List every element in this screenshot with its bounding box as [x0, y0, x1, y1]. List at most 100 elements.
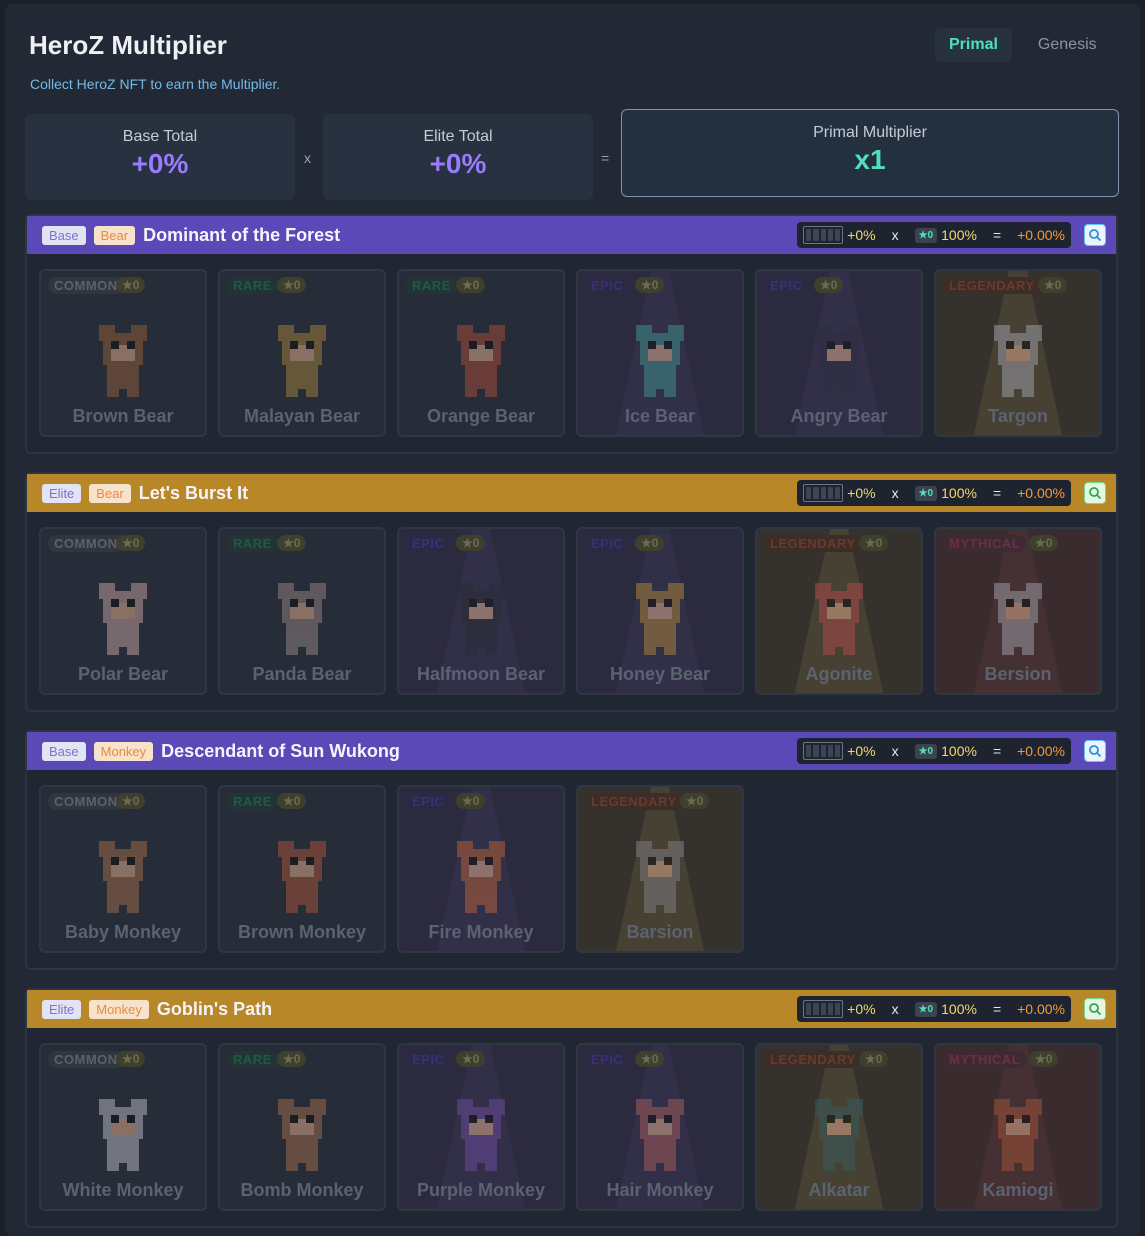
hero-name: Ice Bear [624, 406, 696, 426]
hero-sprite-image [628, 1095, 692, 1175]
formula-equals: = [992, 485, 1002, 501]
hero-card[interactable]: EPIC ★0 Honey Bear [576, 527, 744, 695]
hero-card[interactable]: RARE ★0 Panda Bear [218, 527, 386, 695]
hero-sprite-image [986, 579, 1050, 659]
formula-result: +0.00% [1017, 485, 1065, 501]
base-total-label: Base Total [122, 128, 198, 145]
rarity-badge: RARE [227, 1051, 278, 1068]
rarity-badge: EPIC [406, 1051, 451, 1068]
section-title: Descendant of Sun Wukong [161, 740, 400, 761]
elite-total-value: +0% [429, 148, 487, 179]
rarity-badge: EPIC [406, 535, 451, 552]
hero-name: Brown Monkey [237, 922, 366, 942]
formula-times: x [891, 743, 899, 759]
search-icon [1089, 229, 1102, 242]
star-count-badge: ★0 [635, 1051, 665, 1067]
hero-card[interactable]: RARE ★0 Bomb Monkey [218, 1043, 386, 1211]
hero-name: Purple Monkey [416, 1180, 546, 1200]
hero-card[interactable]: EPIC ★0 Hair Monkey [576, 1043, 744, 1211]
rarity-badge: RARE [406, 277, 457, 294]
hero-card[interactable]: MYTHICAL ★0 Kamiogi [934, 1043, 1102, 1211]
hero-sprite-image [91, 579, 155, 659]
hero-name: Polar Bear [77, 664, 169, 684]
rarity-badge: COMMON [48, 277, 124, 294]
search-button[interactable] [1084, 998, 1106, 1020]
section-title: Dominant of the Forest [143, 224, 341, 245]
section-header: Base Bear Dominant of the Forest +0% x ★… [27, 216, 1116, 254]
hero-card[interactable]: RARE ★0 Brown Monkey [218, 785, 386, 953]
hero-sprite-image [91, 837, 155, 917]
hero-card-list: COMMON ★0 Baby Monkey RARE ★0 Brown Monk… [39, 785, 744, 953]
formula-percent: +0% [847, 485, 876, 501]
formula-rate: 100% [941, 1001, 977, 1017]
rarity-badge: RARE [227, 277, 278, 294]
hero-name: Brown Bear [72, 406, 174, 426]
star-count-badge: ★0 [456, 535, 486, 551]
hero-card[interactable]: LEGENDARY ★0 Agonite [755, 527, 923, 695]
star-count-badge: ★0 [116, 277, 146, 293]
base-total-card: Base Total +0% [25, 114, 295, 200]
hero-card-list: COMMON ★0 Brown Bear RARE ★0 Malayan Bea… [39, 269, 1102, 437]
hero-sprite-image [91, 1095, 155, 1175]
star-count-badge: ★0 [116, 535, 146, 551]
hero-card[interactable]: LEGENDARY ★0 Barsion [576, 785, 744, 953]
hero-sprite-image [270, 321, 334, 401]
hero-sprite-image [449, 321, 513, 401]
hero-card[interactable]: MYTHICAL ★0 Bersion [934, 527, 1102, 695]
tab-genesis[interactable]: Genesis [1024, 28, 1111, 62]
section-title: Goblin's Path [156, 998, 273, 1019]
hero-name: Bomb Monkey [240, 1180, 364, 1200]
family-tag: Monkey [93, 741, 154, 761]
formula-equals: = [992, 227, 1002, 243]
search-button[interactable] [1084, 482, 1106, 504]
hero-card[interactable]: EPIC ★0 Ice Bear [576, 269, 744, 437]
hero-name: Targon [988, 406, 1048, 426]
hero-card[interactable]: COMMON ★0 Polar Bear [39, 527, 207, 695]
star-count-badge: ★0 [635, 277, 665, 293]
hero-card[interactable]: EPIC ★0 Purple Monkey [397, 1043, 565, 1211]
family-tag: Bear [93, 225, 136, 245]
rarity-badge: EPIC [585, 1051, 630, 1068]
hero-card[interactable]: LEGENDARY ★0 Alkatar [755, 1043, 923, 1211]
star-count-badge: ★0 [456, 793, 486, 809]
hero-sprite-image [449, 837, 513, 917]
search-button[interactable] [1084, 740, 1106, 762]
formula-equals: = [992, 743, 1002, 759]
hero-card[interactable]: RARE ★0 Malayan Bear [218, 269, 386, 437]
hero-name: Bersion [984, 664, 1052, 684]
family-tag: Bear [89, 483, 131, 503]
hero-card[interactable]: EPIC ★0 Halfmoon Bear [397, 527, 565, 695]
hero-card[interactable]: RARE ★0 Orange Bear [397, 269, 565, 437]
formula-rate: 100% [941, 743, 977, 759]
formula-rate: 100% [941, 227, 977, 243]
rarity-badge: EPIC [406, 793, 451, 810]
hero-card[interactable]: COMMON ★0 Brown Bear [39, 269, 207, 437]
rarity-badge: RARE [227, 535, 278, 552]
progress-bar [803, 484, 844, 502]
hero-card[interactable]: COMMON ★0 White Monkey [39, 1043, 207, 1211]
hero-card[interactable]: LEGENDARY ★0 Targon [934, 269, 1102, 437]
star-count-badge: ★0 [1029, 535, 1059, 551]
hero-card[interactable]: EPIC ★0 Angry Bear [755, 269, 923, 437]
formula-times: x [891, 1001, 899, 1017]
hero-card[interactable]: COMMON ★0 Baby Monkey [39, 785, 207, 953]
star-count-badge: ★0 [859, 1051, 889, 1067]
rarity-badge: LEGENDARY [585, 793, 683, 810]
hero-sprite-image [986, 1095, 1050, 1175]
hero-card[interactable]: EPIC ★0 Fire Monkey [397, 785, 565, 953]
base-total-value: +0% [131, 148, 189, 179]
hero-name: Barsion [626, 922, 694, 942]
times-operator: x [304, 150, 311, 166]
hero-name: Halfmoon Bear [416, 664, 546, 684]
hero-sprite-image [628, 579, 692, 659]
type-tag: Elite [42, 483, 82, 503]
search-icon [1089, 745, 1102, 758]
star-count-badge: ★0 [680, 793, 710, 809]
section-header: Elite Bear Let's Burst It +0% x ★0 100% … [27, 474, 1116, 512]
rarity-badge: COMMON [48, 1051, 124, 1068]
search-button[interactable] [1084, 224, 1106, 246]
rarity-badge: RARE [227, 793, 278, 810]
hero-name: Orange Bear [426, 406, 536, 426]
star-count-badge: ★0 [277, 1051, 307, 1067]
tab-primal[interactable]: Primal [935, 28, 1012, 62]
